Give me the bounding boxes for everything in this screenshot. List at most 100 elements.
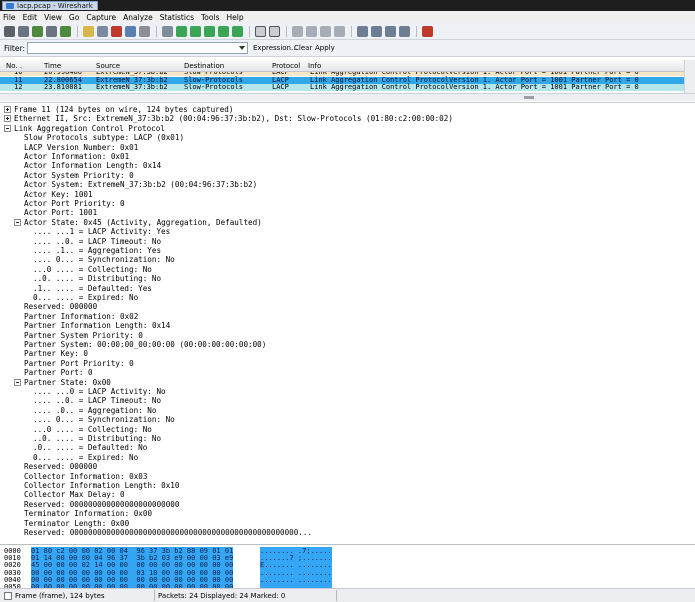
colorize-icon[interactable] <box>255 26 266 37</box>
tree-item[interactable]: Actor Information Length: 0x14 <box>24 161 161 170</box>
window-tab[interactable]: lacp.pcap - Wireshark <box>2 1 98 10</box>
tree-item[interactable]: Collector Information Length: 0x10 <box>24 481 179 490</box>
open-icon[interactable] <box>83 26 94 37</box>
tree-item[interactable]: Terminator Length: 0x00 <box>24 519 129 528</box>
filter-input[interactable] <box>27 42 248 54</box>
coloring-rules-icon[interactable] <box>385 26 396 37</box>
stop-capture-icon[interactable] <box>46 26 57 37</box>
tree-item[interactable]: .... 0... = Synchronization: No <box>33 415 175 424</box>
column-source[interactable]: Source <box>96 62 120 70</box>
tree-item[interactable]: Reserved: 000000000000000000000000000000… <box>24 528 312 537</box>
start-capture-icon[interactable] <box>32 26 43 37</box>
tree-item[interactable]: Collector Information: 0x03 <box>24 472 147 481</box>
last-packet-icon[interactable] <box>232 26 243 37</box>
tree-item[interactable]: ...0 .... = Collecting: No <box>33 265 152 274</box>
tree-item[interactable]: Reserved: 000000000000000000000000 <box>24 500 179 509</box>
tree-item[interactable]: 0... .... = Expired: No <box>33 453 138 462</box>
zoom-out-icon[interactable] <box>306 26 317 37</box>
tree-item[interactable]: Terminator Information: 0x00 <box>24 509 152 518</box>
tree-item[interactable]: .1.. .... = Defaulted: Yes <box>33 284 152 293</box>
find-icon[interactable] <box>162 26 173 37</box>
tree-item[interactable]: Partner Port: 0 <box>24 368 93 377</box>
menu-help[interactable]: Help <box>226 13 243 22</box>
tree-item[interactable]: Actor Information: 0x01 <box>24 152 129 161</box>
tree-item[interactable]: Partner Key: 0 <box>24 349 88 358</box>
tree-item[interactable]: Reserved: 000000 <box>24 462 97 471</box>
tree-item[interactable]: ..0. .... = Distributing: No <box>33 434 161 443</box>
normal-size-icon[interactable] <box>320 26 331 37</box>
save-icon[interactable] <box>97 26 108 37</box>
collapse-icon[interactable] <box>14 218 21 226</box>
tree-item[interactable]: Collector Max Delay: 0 <box>24 490 125 499</box>
menu-edit[interactable]: Edit <box>23 13 38 22</box>
tree-item[interactable]: LACP Version Number: 0x01 <box>24 143 138 152</box>
tree-item[interactable]: .... ..0. = LACP Timeout: No <box>33 396 161 405</box>
tree-item[interactable]: ...0 .... = Collecting: No <box>33 425 152 434</box>
menu-go[interactable]: Go <box>69 13 79 22</box>
menu-analyze[interactable]: Analyze <box>123 13 153 22</box>
tree-item[interactable]: Actor System: ExtremeN_37:3b:b2 (00:04:9… <box>24 180 257 189</box>
tree-item[interactable]: .... ..0. = LACP Timeout: No <box>33 237 161 246</box>
close-icon[interactable] <box>111 26 122 37</box>
tree-item[interactable]: .... 0... = Synchronization: No <box>33 255 175 264</box>
packet-list-scrollbar[interactable] <box>684 60 695 93</box>
first-packet-icon[interactable] <box>218 26 229 37</box>
column-time[interactable]: Time <box>44 62 61 70</box>
tree-item[interactable]: Actor State: 0x45 (Activity, Aggregation… <box>24 218 262 227</box>
packet-row[interactable]: 12 23.810881 ExtremeN_37:3b:b2 Slow-Protoco… <box>0 84 684 91</box>
tree-item[interactable]: Actor Port Priority: 0 <box>24 199 125 208</box>
apply-button[interactable]: Apply <box>315 44 335 52</box>
tree-item[interactable]: Actor System Priority: 0 <box>24 171 134 180</box>
collapse-icon[interactable] <box>4 124 11 132</box>
zoom-in-icon[interactable] <box>292 26 303 37</box>
tree-item[interactable]: Reserved: 000000 <box>24 302 97 311</box>
tree-item[interactable]: Partner Information Length: 0x14 <box>24 321 170 330</box>
column-destination[interactable]: Destination <box>184 62 224 70</box>
expand-icon[interactable] <box>4 106 11 113</box>
tree-item[interactable]: Actor Port: 1001 <box>24 208 97 217</box>
expression-button[interactable]: Expression... <box>253 44 298 52</box>
tree-item[interactable]: Partner System Priority: 0 <box>24 331 143 340</box>
collapse-icon[interactable] <box>14 378 21 386</box>
chevron-down-icon[interactable] <box>238 44 246 52</box>
column-protocol[interactable]: Protocol <box>272 62 300 70</box>
tree-item[interactable]: ..0. .... = Distributing: No <box>33 274 161 283</box>
tree-item[interactable]: .0.. .... = Defaulted: No <box>33 443 147 452</box>
menu-capture[interactable]: Capture <box>86 13 116 22</box>
tree-item[interactable]: Partner Information: 0x02 <box>24 312 138 321</box>
menu-tools[interactable]: Tools <box>201 13 219 22</box>
interfaces-icon[interactable] <box>4 26 15 37</box>
packet-bytes-pane[interactable]: 0000 01 80 c2 00 00 02 00 04 96 37 3b b2 … <box>0 544 695 588</box>
reload-icon[interactable] <box>125 26 136 37</box>
menu-statistics[interactable]: Statistics <box>160 13 194 22</box>
preferences-icon[interactable] <box>399 26 410 37</box>
auto-scroll-icon[interactable] <box>269 26 280 37</box>
tree-item[interactable]: .... .1.. = Aggregation: Yes <box>33 246 161 255</box>
menu-view[interactable]: View <box>44 13 62 22</box>
tree-item[interactable]: Link Aggregation Control Protocol <box>14 124 165 133</box>
horizontal-scrollbar[interactable] <box>0 93 695 101</box>
packet-details-tree[interactable]: Frame 11 (124 bytes on wire, 124 bytes c… <box>0 102 695 544</box>
display-filters-icon[interactable] <box>371 26 382 37</box>
tree-item[interactable]: Slow Protocols subtype: LACP (0x01) <box>24 133 184 142</box>
capture-filters-icon[interactable] <box>357 26 368 37</box>
tree-item[interactable]: Ethernet II, Src: ExtremeN_37:3b:b2 (00:… <box>14 114 453 123</box>
options-icon[interactable] <box>18 26 29 37</box>
column-no[interactable]: No. . <box>6 62 22 70</box>
back-icon[interactable] <box>176 26 187 37</box>
packet-list[interactable]: 10 20.998480 ExtremeN_37:3b:b2 Slow-Protoco… <box>0 72 684 93</box>
go-to-packet-icon[interactable] <box>204 26 215 37</box>
column-info[interactable]: Info <box>308 62 321 70</box>
tree-item[interactable]: Partner System: 00:00:00_00:00:00 (00:00… <box>24 340 266 349</box>
tree-item[interactable]: Frame 11 (124 bytes on wire, 124 bytes c… <box>14 105 233 114</box>
expand-icon[interactable] <box>4 115 11 123</box>
clear-button[interactable]: Clear <box>294 44 312 52</box>
tree-item[interactable]: .... ...1 = LACP Activity: Yes <box>33 227 170 236</box>
forward-icon[interactable] <box>190 26 201 37</box>
resize-columns-icon[interactable] <box>334 26 345 37</box>
restart-capture-icon[interactable] <box>60 26 71 37</box>
print-icon[interactable] <box>139 26 150 37</box>
tree-item[interactable]: Partner Port Priority: 0 <box>24 359 134 368</box>
tree-item[interactable]: Actor Key: 1001 <box>24 190 93 199</box>
scroll-grip[interactable] <box>524 96 534 99</box>
